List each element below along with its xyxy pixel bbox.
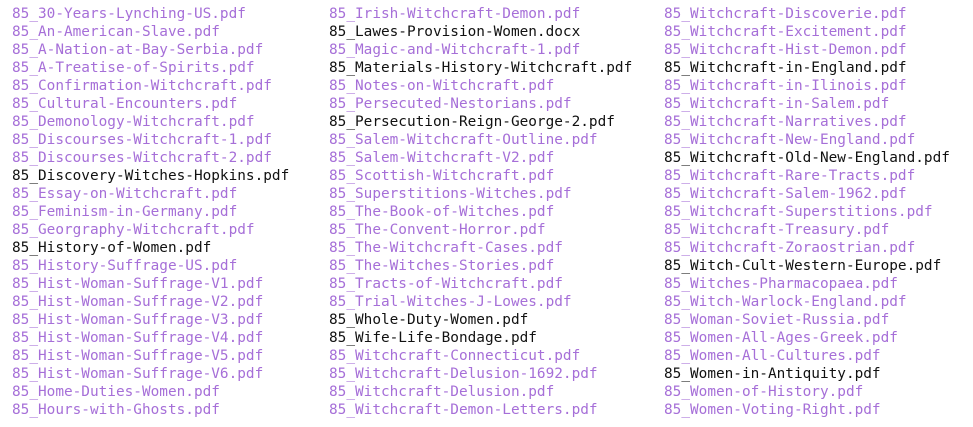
file-link[interactable]: 85_Discourses-Witchcraft-1.pdf: [12, 131, 329, 149]
file-link[interactable]: 85_A-Nation-at-Bay-Serbia.pdf: [12, 41, 329, 59]
file-link[interactable]: 85_Witchcraft-in-Ilinois.pdf: [664, 77, 973, 95]
file-link[interactable]: 85_Women-of-History.pdf: [664, 383, 973, 401]
file-link[interactable]: 85_Witchcraft-in-Salem.pdf: [664, 95, 973, 113]
file-link[interactable]: 85_History-Suffrage-US.pdf: [12, 257, 329, 275]
file-link[interactable]: 85_Women-All-Ages-Greek.pdf: [664, 329, 973, 347]
file-link[interactable]: 85_Materials-History-Witchcraft.pdf: [329, 59, 664, 77]
file-link[interactable]: 85_Trial-Witches-J-Lowes.pdf: [329, 293, 664, 311]
file-link[interactable]: 85_Lawes-Provision-Women.docx: [329, 23, 664, 41]
file-link[interactable]: 85_Hist-Woman-Suffrage-V1.pdf: [12, 275, 329, 293]
file-link[interactable]: 85_Witchcraft-in-England.pdf: [664, 59, 973, 77]
file-link[interactable]: 85_Witches-Pharmacopaea.pdf: [664, 275, 973, 293]
file-link[interactable]: 85_Hours-with-Ghosts.pdf: [12, 401, 329, 419]
file-link[interactable]: 85_Witchcraft-Delusion-1692.pdf: [329, 365, 664, 383]
file-link[interactable]: 85_Witchcraft-Rare-Tracts.pdf: [664, 167, 973, 185]
file-link[interactable]: 85_Notes-on-Witchcraft.pdf: [329, 77, 664, 95]
file-link[interactable]: 85_Salem-Witchcraft-Outline.pdf: [329, 131, 664, 149]
file-link[interactable]: 85_Women-All-Cultures.pdf: [664, 347, 973, 365]
file-link[interactable]: 85_Witchcraft-Superstitions.pdf: [664, 203, 973, 221]
file-link[interactable]: 85_Superstitions-Witches.pdf: [329, 185, 664, 203]
file-link[interactable]: 85_Witchcraft-Zoraostrian.pdf: [664, 239, 973, 257]
file-link[interactable]: 85_Witchcraft-Hist-Demon.pdf: [664, 41, 973, 59]
file-link[interactable]: 85_Witchcraft-Narratives.pdf: [664, 113, 973, 131]
file-link[interactable]: 85_Witchcraft-Delusion.pdf: [329, 383, 664, 401]
file-link[interactable]: 85_Demonology-Witchcraft.pdf: [12, 113, 329, 131]
file-link[interactable]: 85_Wife-Life-Bondage.pdf: [329, 329, 664, 347]
file-link[interactable]: 85_Witchcraft-Discoverie.pdf: [664, 5, 973, 23]
file-link[interactable]: 85_Witchcraft-New-England.pdf: [664, 131, 973, 149]
file-link[interactable]: 85_Hist-Woman-Suffrage-V4.pdf: [12, 329, 329, 347]
file-link[interactable]: 85_Woman-Soviet-Russia.pdf: [664, 311, 973, 329]
file-link[interactable]: 85_History-of-Women.pdf: [12, 239, 329, 257]
file-link[interactable]: 85_The-Book-of-Witches.pdf: [329, 203, 664, 221]
file-link[interactable]: 85_Hist-Woman-Suffrage-V3.pdf: [12, 311, 329, 329]
file-link[interactable]: 85_Confirmation-Witchcraft.pdf: [12, 77, 329, 95]
file-link[interactable]: 85_Cultural-Encounters.pdf: [12, 95, 329, 113]
file-link[interactable]: 85_Women-in-Antiquity.pdf: [664, 365, 973, 383]
file-link[interactable]: 85_An-American-Slave.pdf: [12, 23, 329, 41]
file-link[interactable]: 85_Scottish-Witchcraft.pdf: [329, 167, 664, 185]
file-column-3: 85_Witchcraft-Discoverie.pdf 85_Witchcraf…: [664, 5, 973, 423]
file-link[interactable]: 85_Feminism-in-Germany.pdf: [12, 203, 329, 221]
file-link[interactable]: 85_Whole-Duty-Women.pdf: [329, 311, 664, 329]
file-link[interactable]: 85_A-Treatise-of-Spirits.pdf: [12, 59, 329, 77]
file-link[interactable]: 85_Discourses-Witchcraft-2.pdf: [12, 149, 329, 167]
file-link[interactable]: 85_The-Convent-Horror.pdf: [329, 221, 664, 239]
file-link[interactable]: 85_Persecution-Reign-George-2.pdf: [329, 113, 664, 131]
file-link[interactable]: 85_The-Witchcraft-Cases.pdf: [329, 239, 664, 257]
file-link[interactable]: 85_The-Witches-Stories.pdf: [329, 257, 664, 275]
file-link[interactable]: 85_Witchcraft-Old-New-England.pdf: [664, 149, 973, 167]
file-link[interactable]: 85_Discovery-Witches-Hopkins.pdf: [12, 167, 329, 185]
file-link[interactable]: 85_Witchcraft-Salem-1962.pdf: [664, 185, 973, 203]
file-link[interactable]: 85_Witchcraft-Connecticut.pdf: [329, 347, 664, 365]
file-link[interactable]: 85_Women-Voting-Right.pdf: [664, 401, 973, 419]
file-link[interactable]: 85_Hist-Woman-Suffrage-V6.pdf: [12, 365, 329, 383]
file-link[interactable]: 85_Hist-Woman-Suffrage-V5.pdf: [12, 347, 329, 365]
file-link[interactable]: 85_Georgraphy-Witchcraft.pdf: [12, 221, 329, 239]
file-link[interactable]: 85_Home-Duties-Women.pdf: [12, 383, 329, 401]
file-listing: 85_30-Years-Lynching-US.pdf 85_An-America…: [0, 5, 973, 423]
file-column-2: 85_Irish-Witchcraft-Demon.pdf 85_Lawes-Pr…: [329, 5, 664, 423]
file-link[interactable]: 85_Witchcraft-Demon-Letters.pdf: [329, 401, 664, 419]
file-link[interactable]: 85_Hist-Woman-Suffrage-V2.pdf: [12, 293, 329, 311]
file-link[interactable]: 85_Witch-Warlock-England.pdf: [664, 293, 973, 311]
file-link[interactable]: 85_Tracts-of-Witchcraft.pdf: [329, 275, 664, 293]
file-link[interactable]: 85_Persecuted-Nestorians.pdf: [329, 95, 664, 113]
file-link[interactable]: 85_Magic-and-Witchcraft-1.pdf: [329, 41, 664, 59]
file-link[interactable]: 85_Witchcraft-Excitement.pdf: [664, 23, 973, 41]
file-link[interactable]: 85_Irish-Witchcraft-Demon.pdf: [329, 5, 664, 23]
file-column-1: 85_30-Years-Lynching-US.pdf 85_An-America…: [0, 5, 329, 423]
file-link[interactable]: 85_30-Years-Lynching-US.pdf: [12, 5, 329, 23]
file-link[interactable]: 85_Witchcraft-Treasury.pdf: [664, 221, 973, 239]
file-link[interactable]: 85_Salem-Witchcraft-V2.pdf: [329, 149, 664, 167]
file-link[interactable]: 85_Witch-Cult-Western-Europe.pdf: [664, 257, 973, 275]
file-link[interactable]: 85_Essay-on-Witchcraft.pdf: [12, 185, 329, 203]
